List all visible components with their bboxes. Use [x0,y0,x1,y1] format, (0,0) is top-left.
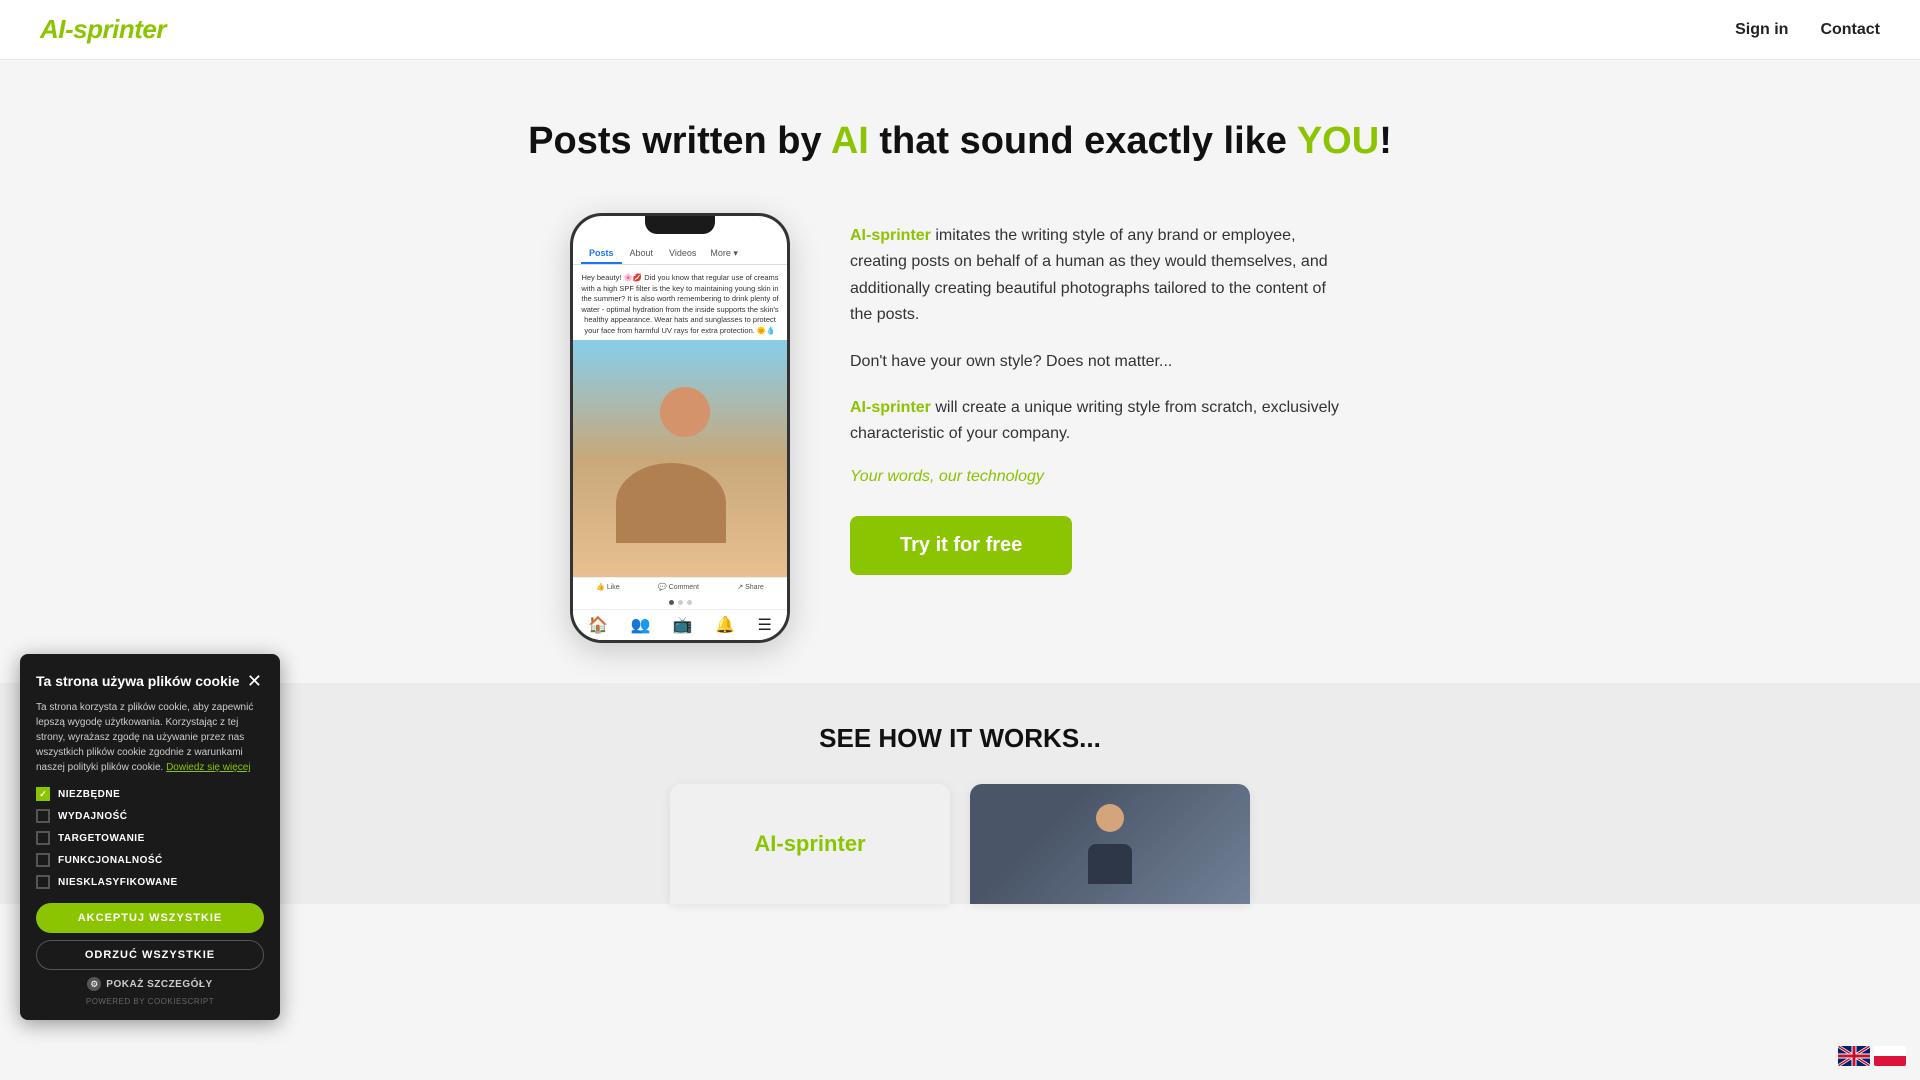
logo[interactable]: AI-sprinter [40,14,166,45]
hero-desc-3-brand: AI-sprinter [850,399,931,416]
cookie-row-wydajnosc: WYDAJNOŚĆ [36,809,264,823]
phone-image [573,340,787,577]
phone-nav-menu[interactable]: ☰ [757,615,771,635]
phone-nav-friends[interactable]: 👥 [631,615,651,635]
person-card-bg [970,784,1250,904]
phone-dots [573,596,787,609]
navbar: AI-sprinter Sign in Contact [0,0,1920,60]
phone-bottom-nav: 🏠 👥 📺 🔔 ☰ [573,609,787,640]
cookie-checkbox-niesklasyfikowane[interactable] [36,875,50,889]
cookie-checkbox-funkcjonalnosc[interactable] [36,853,50,867]
phone-dot-1 [669,600,674,605]
person-head-card [1096,804,1124,832]
phone-tabs: Posts About Videos More ▾ [573,236,787,265]
see-how-card-person [970,784,1250,904]
hero-title-end: ! [1379,120,1392,162]
phone-tab-videos[interactable]: Videos [661,244,704,264]
phone-nav-watch[interactable]: 📺 [673,615,693,635]
phone-screen: Posts About Videos More ▾ Hey beauty! 🌸💋… [573,216,787,640]
cookie-label-targetowanie: TARGETOWANIE [58,833,145,844]
cookie-close-button[interactable]: ✕ [245,672,264,690]
hero-desc-1-brand: AI-sprinter [850,227,931,244]
cookie-header: Ta strona używa plików cookie ✕ [36,672,264,690]
phone-post-text: Hey beauty! 🌸💋 Did you know that regular… [573,265,787,340]
phone-action-comment[interactable]: 💬 Comment [658,583,699,591]
sign-in-link[interactable]: Sign in [1735,21,1788,39]
hero-desc-3: AI-sprinter will create a unique writing… [850,395,1350,448]
cookie-row-necessary: ✓ NIEZBĘDNE [36,787,264,801]
phone-action-like[interactable]: 👍 Like [596,583,620,591]
person-body [616,463,726,543]
cookie-checkbox-wydajnosc[interactable] [36,809,50,823]
phone-action-share[interactable]: ↗ Share [737,583,764,591]
ai-sprinter-card-logo: AI-sprinter [754,831,865,857]
cookie-label-necessary: NIEZBĘDNE [58,789,120,800]
phone-actions: 👍 Like 💬 Comment ↗ Share [573,577,787,596]
phone-tab-posts[interactable]: Posts [581,244,622,264]
cookie-details-icon: ⚙ [87,977,101,991]
hero-section: Posts written by AI that sound exactly l… [0,60,1920,683]
phone-notch [645,216,715,234]
cookie-row-targetowanie: TARGETOWANIE [36,831,264,845]
cookie-details-row[interactable]: ⚙ POKAŻ SZCZEGÓŁY [36,977,264,991]
flag-pl[interactable] [1874,1046,1906,1066]
see-how-section: SEE HOW IT WORKS... AI-sprinter [0,683,1920,904]
nav-links: Sign in Contact [1735,21,1880,39]
cookie-checkbox-targetowanie[interactable] [36,831,50,845]
cookie-checkboxes: ✓ NIEZBĘDNE WYDAJNOŚĆ TARGETOWANIE FUNKC… [36,787,264,889]
try-it-free-button[interactable]: Try it for free [850,516,1072,575]
hero-content: Posts About Videos More ▾ Hey beauty! 🌸💋… [410,213,1510,643]
see-how-title: SEE HOW IT WORKS... [40,723,1880,754]
flag-uk[interactable] [1838,1046,1870,1066]
phone-tab-more[interactable]: More ▾ [704,244,744,264]
cookie-row-funkcjonalnosc: FUNKCJONALNOŚĆ [36,853,264,867]
phone-dot-2 [678,600,683,605]
cookie-title: Ta strona używa plików cookie [36,672,240,690]
hero-title: Posts written by AI that sound exactly l… [40,120,1880,163]
person-body-card [1088,844,1132,884]
hero-title-part2: that sound exactly like [869,120,1297,162]
cookie-banner: Ta strona używa plików cookie ✕ Ta stron… [20,654,280,1020]
cookie-description: Ta strona korzysta z plików cookie, aby … [36,700,264,775]
cookie-details-label: POKAŻ SZCZEGÓŁY [106,979,212,990]
person-head [660,387,710,437]
cookie-checkbox-necessary[interactable]: ✓ [36,787,50,801]
cookie-label-niesklasyfikowane: NIESKLASYFIKOWANE [58,877,178,888]
accept-all-button[interactable]: AKCEPTUJ WSZYSTKIE [36,903,264,933]
cookie-label-wydajnosc: WYDAJNOŚĆ [58,811,128,822]
hero-title-you: YOU [1297,120,1379,162]
phone-mockup: Posts About Videos More ▾ Hey beauty! 🌸💋… [570,213,790,643]
see-how-images: AI-sprinter [40,784,1880,904]
hero-title-part1: Posts written by [528,120,831,162]
phone-dot-3 [687,600,692,605]
see-how-card-ai: AI-sprinter [670,784,950,904]
cookie-learn-more-link[interactable]: Dowiedz się więcej [166,762,250,773]
contact-link[interactable]: Contact [1820,21,1880,39]
reject-all-button[interactable]: ODRZUĆ WSZYSTKIE [36,940,264,970]
hero-title-ai: AI [831,120,869,162]
hero-desc-2: Don't have your own style? Does not matt… [850,349,1350,375]
hero-text: AI-sprinter imitates the writing style o… [850,213,1350,575]
phone-tab-about[interactable]: About [622,244,662,264]
cookie-powered-by: POWERED BY COOKIESCRIPT [36,997,264,1006]
phone-nav-market[interactable]: 🔔 [715,615,735,635]
cookie-label-funkcjonalnosc: FUNKCJONALNOŚĆ [58,855,163,866]
cookie-row-niesklasyfikowane: NIESKLASYFIKOWANE [36,875,264,889]
flag-bar [1838,1046,1906,1066]
hero-tagline: Your words, our technology [850,468,1350,486]
hero-desc-1: AI-sprinter imitates the writing style o… [850,223,1350,329]
phone-nav-home[interactable]: 🏠 [588,615,608,635]
person-figure [1080,804,1140,884]
